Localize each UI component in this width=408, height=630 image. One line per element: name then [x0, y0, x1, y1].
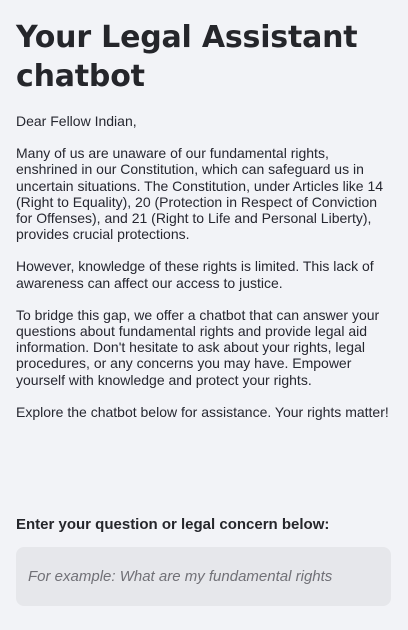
- question-input-label: Enter your question or legal concern bel…: [16, 516, 330, 533]
- question-input[interactable]: [16, 547, 391, 606]
- main-content: Your Legal Assistant chatbot Dear Fellow…: [16, 18, 392, 436]
- rights-paragraph: Many of us are unaware of our fundamenta…: [16, 145, 384, 243]
- page-title: Your Legal Assistant chatbot: [16, 20, 358, 94]
- chatbot-offer-paragraph: To bridge this gap, we offer a chatbot t…: [16, 306, 380, 388]
- awareness-paragraph: However, knowledge of these rights is li…: [16, 258, 374, 291]
- greeting-text: Dear Fellow Indian,: [16, 113, 137, 129]
- explore-paragraph: Explore the chatbot below for assistance…: [16, 403, 389, 420]
- intro-text: Dear Fellow Indian, Many of us are unawa…: [16, 113, 392, 420]
